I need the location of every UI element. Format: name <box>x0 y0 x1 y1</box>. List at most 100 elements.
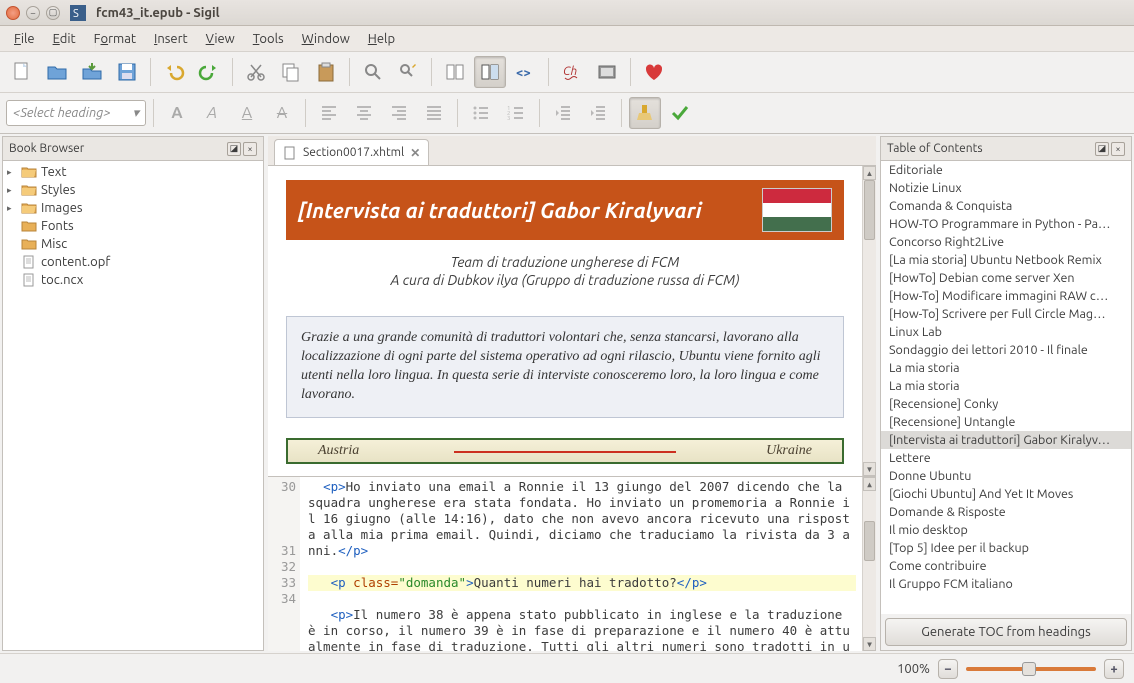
new-button[interactable] <box>6 56 38 88</box>
toc-item[interactable]: Sondaggio dei lettori 2010 - Il finale <box>881 341 1131 359</box>
zoom-out-button[interactable]: − <box>938 659 958 679</box>
metadata-button[interactable] <box>591 56 623 88</box>
menu-help[interactable]: Help <box>360 28 403 50</box>
strike-button[interactable]: A <box>266 97 298 129</box>
align-center-button[interactable] <box>348 97 380 129</box>
panel-undock-button[interactable]: ◪ <box>1095 142 1109 156</box>
heading-combo[interactable]: <Select heading> ▾ <box>6 100 146 126</box>
menu-format[interactable]: Format <box>86 28 144 50</box>
copy-button[interactable] <box>275 56 307 88</box>
scroll-up-icon[interactable]: ▲ <box>863 166 876 180</box>
toc-item[interactable]: La mia storia <box>881 377 1131 395</box>
window-minimize-button[interactable]: – <box>26 6 40 20</box>
tree-item[interactable]: Fonts <box>3 217 263 235</box>
clean-button[interactable] <box>629 97 661 129</box>
tree-item[interactable]: content.opf <box>3 253 263 271</box>
toc-item[interactable]: Linux Lab <box>881 323 1131 341</box>
toc-item[interactable]: Notizie Linux <box>881 179 1131 197</box>
paste-button[interactable] <box>310 56 342 88</box>
toc-item[interactable]: [Recensione] Conky <box>881 395 1131 413</box>
zoom-slider[interactable] <box>966 667 1096 671</box>
menu-edit[interactable]: Edit <box>45 28 84 50</box>
import-button[interactable] <box>76 56 108 88</box>
panel-close-button[interactable]: × <box>243 142 257 156</box>
toc-item[interactable]: [Recensione] Untangle <box>881 413 1131 431</box>
align-justify-button[interactable] <box>418 97 450 129</box>
toc-item[interactable]: [Top 5] Idee per il backup <box>881 539 1131 557</box>
donate-button[interactable] <box>638 56 670 88</box>
save-button[interactable] <box>111 56 143 88</box>
window-maximize-button[interactable]: ▢ <box>46 6 60 20</box>
menu-view[interactable]: View <box>198 28 243 50</box>
toc-item[interactable]: La mia storia <box>881 359 1131 377</box>
app-icon: S <box>70 5 86 21</box>
tab-section0017[interactable]: Section0017.xhtml ✕ <box>274 139 429 165</box>
validate-button[interactable] <box>664 97 696 129</box>
toc-item[interactable]: Editoriale <box>881 161 1131 179</box>
toc-item[interactable]: Domande & Risposte <box>881 503 1131 521</box>
undo-button[interactable] <box>158 56 190 88</box>
menu-insert[interactable]: Insert <box>146 28 196 50</box>
tab-close-icon[interactable]: ✕ <box>410 146 420 160</box>
toc-item[interactable]: [Intervista ai traduttori] Gabor Kiralyv… <box>881 431 1131 449</box>
panel-undock-button[interactable]: ◪ <box>227 142 241 156</box>
toolbar-format: <Select heading> ▾ A A A A 123 <box>0 93 1134 134</box>
generate-toc-button[interactable]: Generate TOC from headings <box>885 618 1127 646</box>
menu-window[interactable]: Window <box>294 28 358 50</box>
bold-button[interactable]: A <box>161 97 193 129</box>
split-view-button[interactable] <box>474 56 506 88</box>
align-right-button[interactable] <box>383 97 415 129</box>
tree-item[interactable]: Misc <box>3 235 263 253</box>
book-browser-tree[interactable]: ▸Text▸Styles▸ImagesFontsMisccontent.opft… <box>3 161 263 650</box>
toc-item[interactable]: Il Gruppo FCM italiano <box>881 575 1131 593</box>
toc-item[interactable]: Come contribuire <box>881 557 1131 575</box>
scroll-up-icon[interactable]: ▲ <box>863 477 876 491</box>
book-browser-title: Book Browser <box>9 142 84 155</box>
italic-button[interactable]: A <box>196 97 228 129</box>
cut-button[interactable] <box>240 56 272 88</box>
toc-item[interactable]: Concorso Right2Live <box>881 233 1131 251</box>
redo-button[interactable] <box>193 56 225 88</box>
find-button[interactable] <box>357 56 389 88</box>
toc-item[interactable]: [La mia storia] Ubuntu Netbook Remix <box>881 251 1131 269</box>
toc-list[interactable]: EditorialeNotizie LinuxComanda & Conquis… <box>881 161 1131 614</box>
toc-item[interactable]: HOW-TO Programmare in Python - Pa… <box>881 215 1131 233</box>
tree-item[interactable]: ▸Text <box>3 163 263 181</box>
tree-item[interactable]: toc.ncx <box>3 271 263 289</box>
list-ul-button[interactable] <box>465 97 497 129</box>
outdent-button[interactable] <box>547 97 579 129</box>
toc-item[interactable]: Lettere <box>881 449 1131 467</box>
underline-button[interactable]: A <box>231 97 263 129</box>
code-pane[interactable]: 3031323334 <p>Ho inviato una email a Ron… <box>268 476 876 651</box>
code-scrollbar[interactable]: ▲ ▼ <box>862 477 876 651</box>
menu-tools[interactable]: Tools <box>245 28 292 50</box>
align-left-button[interactable] <box>313 97 345 129</box>
toc-item[interactable]: [HowTo] Debian come server Xen <box>881 269 1131 287</box>
list-ol-button[interactable]: 123 <box>500 97 532 129</box>
zoom-in-button[interactable]: + <box>1104 659 1124 679</box>
toc-item[interactable]: [Giochi Ubuntu] And Yet It Moves <box>881 485 1131 503</box>
scroll-down-icon[interactable]: ▼ <box>863 462 876 476</box>
window-close-button[interactable] <box>6 6 20 20</box>
replace-button[interactable] <box>392 56 424 88</box>
scroll-down-icon[interactable]: ▼ <box>863 637 876 651</box>
toc-item[interactable]: [How-To] Modificare immagini RAW c… <box>881 287 1131 305</box>
book-view-button[interactable] <box>439 56 471 88</box>
code-view-button[interactable]: <> <box>509 56 541 88</box>
preview-scrollbar[interactable]: ▲ ▼ <box>862 166 876 476</box>
tree-item[interactable]: ▸Images <box>3 199 263 217</box>
tree-item[interactable]: ▸Styles <box>3 181 263 199</box>
indent-button[interactable] <box>582 97 614 129</box>
toolbar-main: <> Ch <box>0 52 1134 93</box>
panel-close-button[interactable]: × <box>1111 142 1125 156</box>
preview-content[interactable]: [Intervista ai traduttori] Gabor Kiralyv… <box>268 166 862 476</box>
spellcheck-button[interactable]: Ch <box>556 56 588 88</box>
main-area: Book Browser ◪ × ▸Text▸Styles▸ImagesFont… <box>0 134 1134 653</box>
code-lines[interactable]: <p>Ho inviato una email a Ronnie il 13 g… <box>300 477 862 651</box>
menu-file[interactable]: File <box>6 28 43 50</box>
toc-item[interactable]: [How-To] Scrivere per Full Circle Mag… <box>881 305 1131 323</box>
toc-item[interactable]: Donne Ubuntu <box>881 467 1131 485</box>
toc-item[interactable]: Il mio desktop <box>881 521 1131 539</box>
open-button[interactable] <box>41 56 73 88</box>
toc-item[interactable]: Comanda & Conquista <box>881 197 1131 215</box>
